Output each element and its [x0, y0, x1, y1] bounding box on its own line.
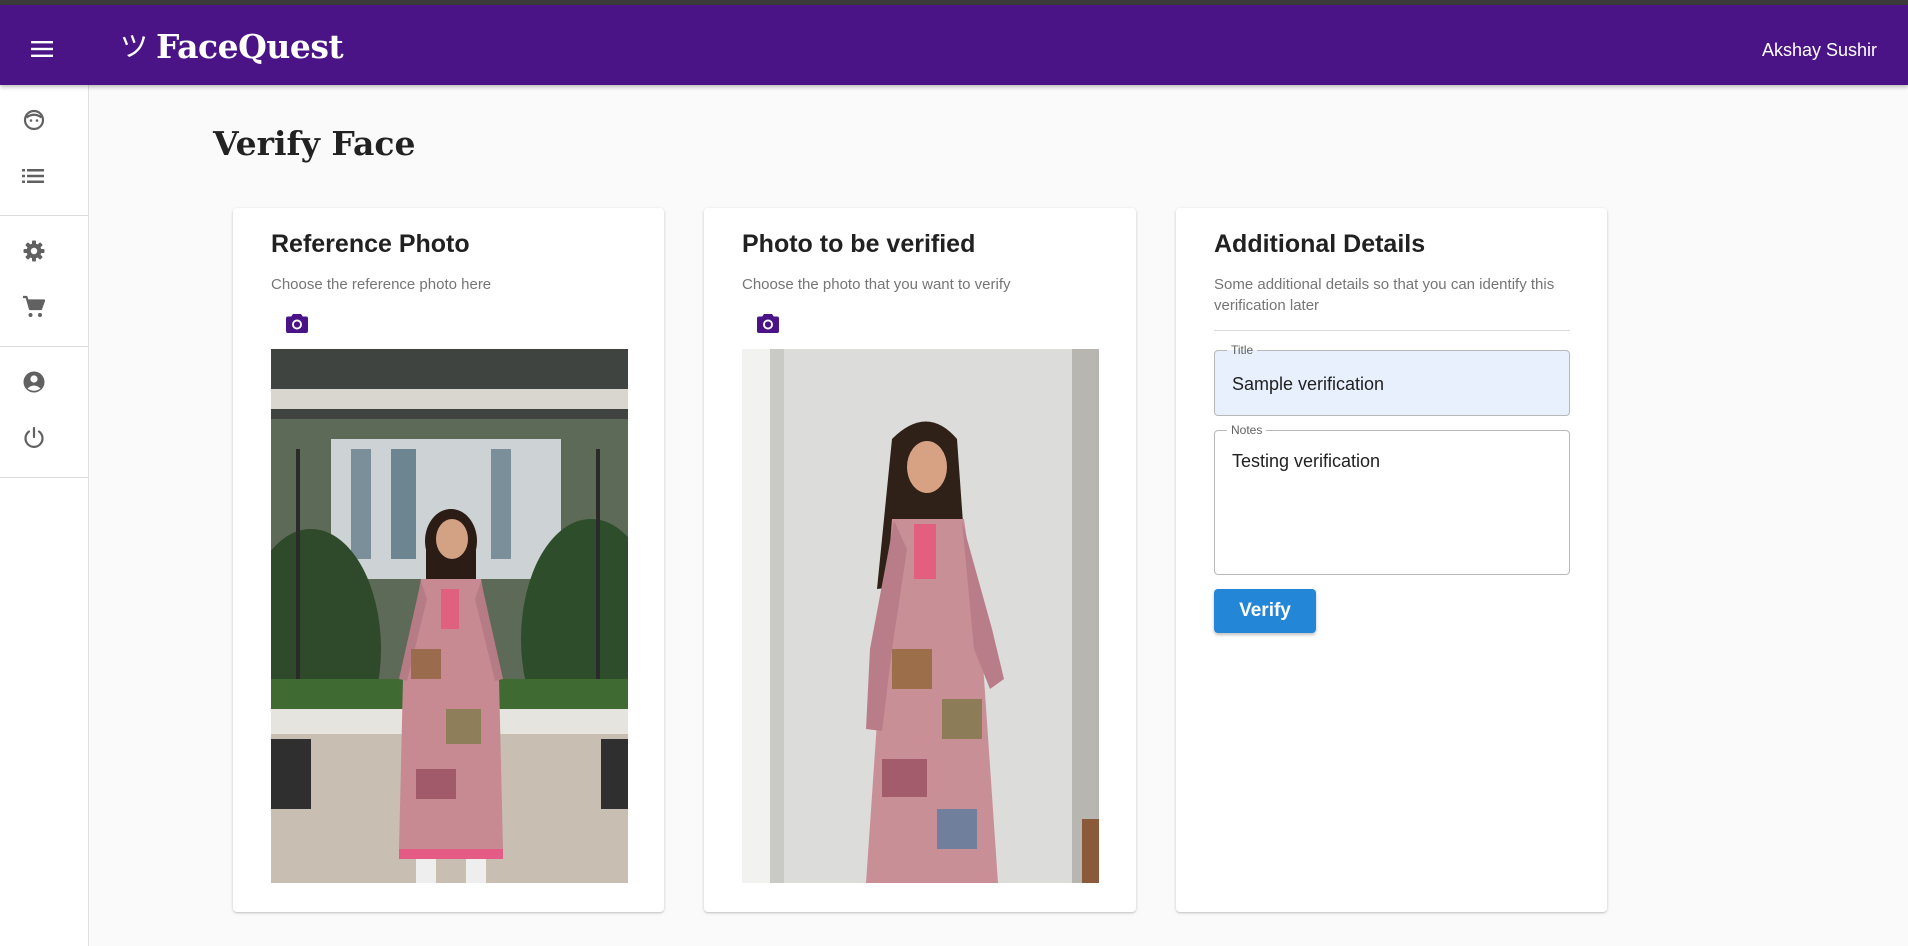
notes-field[interactable]: Notes Testing verification: [1214, 422, 1570, 575]
title-field[interactable]: Title: [1214, 342, 1570, 416]
sidebar-item-face[interactable]: [0, 94, 88, 150]
verify-button[interactable]: Verify: [1214, 589, 1316, 633]
additional-details-card: Additional Details Some additional detai…: [1176, 208, 1607, 912]
reference-photo-card: Reference Photo Choose the reference pho…: [233, 208, 664, 912]
power-icon: [22, 426, 46, 455]
sidebar: [0, 85, 89, 946]
title-field-label: Title: [1227, 342, 1258, 358]
face-icon: [22, 108, 46, 137]
app-bar: ツ FaceQuest Akshay Sushir: [0, 5, 1908, 85]
card-subtitle: Some additional details so that you can …: [1214, 276, 1555, 314]
divider: [1214, 330, 1570, 331]
sidebar-item-logout[interactable]: [0, 412, 88, 468]
reference-photo[interactable]: [271, 349, 628, 883]
brand-name: FaceQuest: [156, 27, 344, 66]
sidebar-item-cart[interactable]: [0, 281, 88, 337]
card-subtitle: Choose the photo that you want to verify: [742, 276, 1011, 293]
menu-icon[interactable]: [22, 29, 62, 69]
list-icon: [22, 168, 44, 189]
user-name[interactable]: Akshay Sushir: [1762, 40, 1877, 61]
account-icon: [22, 370, 46, 399]
verify-photo-card: Photo to be verified Choose the photo th…: [704, 208, 1136, 912]
sidebar-item-settings[interactable]: [0, 225, 88, 281]
page-title: Verify Face: [213, 124, 416, 163]
notes-field-label: Notes: [1227, 422, 1267, 438]
camera-icon[interactable]: [281, 307, 313, 339]
sidebar-group-main: [0, 85, 88, 216]
notes-textarea[interactable]: Testing verification: [1232, 451, 1552, 561]
card-subtitle: Choose the reference photo here: [271, 276, 492, 293]
verify-photo[interactable]: [742, 349, 1099, 883]
sidebar-group-account: [0, 347, 88, 478]
brand[interactable]: ツ FaceQuest: [120, 27, 344, 66]
sidebar-group-settings: [0, 216, 88, 347]
sidebar-item-list[interactable]: [0, 150, 88, 206]
settings-icon: [22, 239, 46, 268]
card-title: Reference Photo: [271, 230, 470, 258]
cart-icon: [22, 295, 46, 324]
title-input[interactable]: [1232, 373, 1552, 395]
card-title: Photo to be verified: [742, 230, 976, 258]
brand-logo-icon: ツ: [120, 29, 149, 63]
card-title: Additional Details: [1214, 230, 1426, 258]
camera-icon[interactable]: [752, 307, 784, 339]
sidebar-item-account[interactable]: [0, 356, 88, 412]
